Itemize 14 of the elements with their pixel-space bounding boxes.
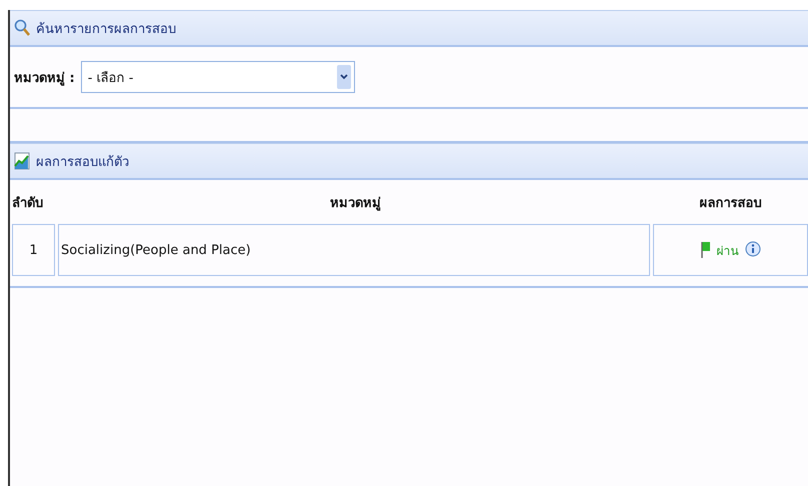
table-cell: Socializing(People and Place): [58, 224, 650, 276]
field-label: หมวดหมู่ :: [14, 70, 75, 88]
result-text: ผ่าน: [716, 242, 738, 260]
table-cell: 1: [12, 224, 55, 276]
column-header: ลำดับ: [12, 194, 44, 212]
column-header: ผลการสอบ: [698, 194, 762, 212]
panel-title: ผลการสอบแก้ตัว: [36, 154, 129, 172]
info-icon[interactable]: [744, 241, 760, 259]
column-header: หมวดหมู่: [329, 194, 382, 212]
panel-title: ค้นหารายการผลการสอบ: [36, 20, 176, 38]
caret-icon: [336, 65, 351, 89]
search-icon: [14, 19, 30, 37]
category-select[interactable]: - เลือก -: [80, 61, 355, 93]
chart-icon: [14, 152, 30, 170]
